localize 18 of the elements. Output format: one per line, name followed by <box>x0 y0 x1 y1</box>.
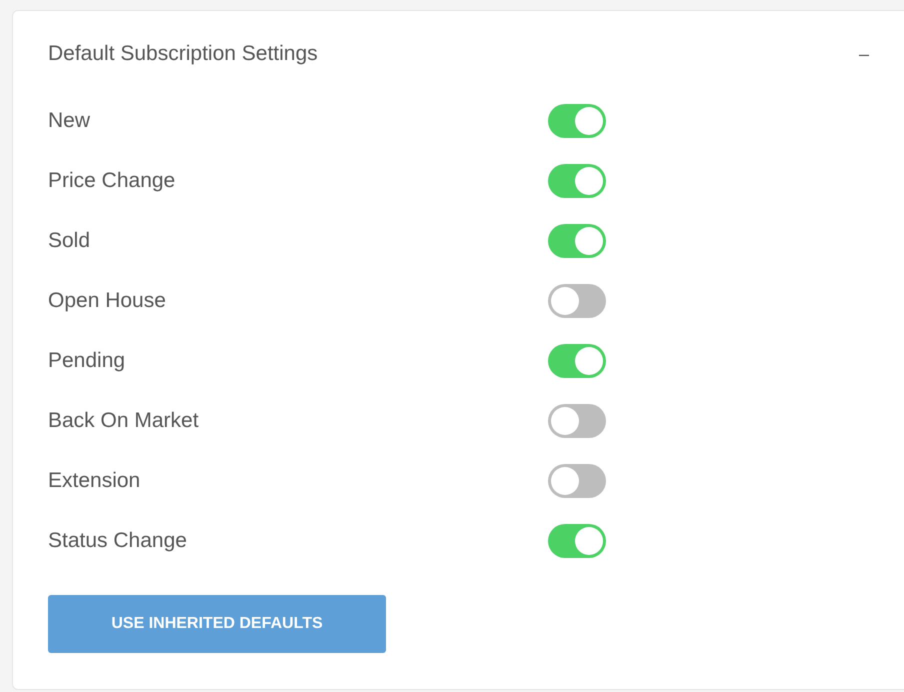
toggle-switch[interactable] <box>548 224 606 258</box>
setting-label: Pending <box>48 348 126 374</box>
setting-label: Open House <box>48 288 167 314</box>
toggle-switch[interactable] <box>548 284 606 318</box>
setting-label: Status Change <box>48 528 188 554</box>
toggle-switch[interactable] <box>548 524 606 558</box>
setting-label: Extension <box>48 468 142 494</box>
collapse-button[interactable]: – <box>858 40 869 68</box>
setting-label: Price Change <box>48 168 176 194</box>
toggle-switch[interactable] <box>548 464 606 498</box>
panel-title: Default Subscription Settings <box>48 41 318 68</box>
toggle-switch[interactable] <box>548 164 606 198</box>
setting-label: Sold <box>48 228 92 254</box>
setting-label: Back On Market <box>48 408 200 434</box>
toggle-switch[interactable] <box>548 104 606 138</box>
toggle-switch[interactable] <box>548 404 606 438</box>
setting-label: New <box>48 108 92 134</box>
toggle-switch[interactable] <box>548 344 606 378</box>
